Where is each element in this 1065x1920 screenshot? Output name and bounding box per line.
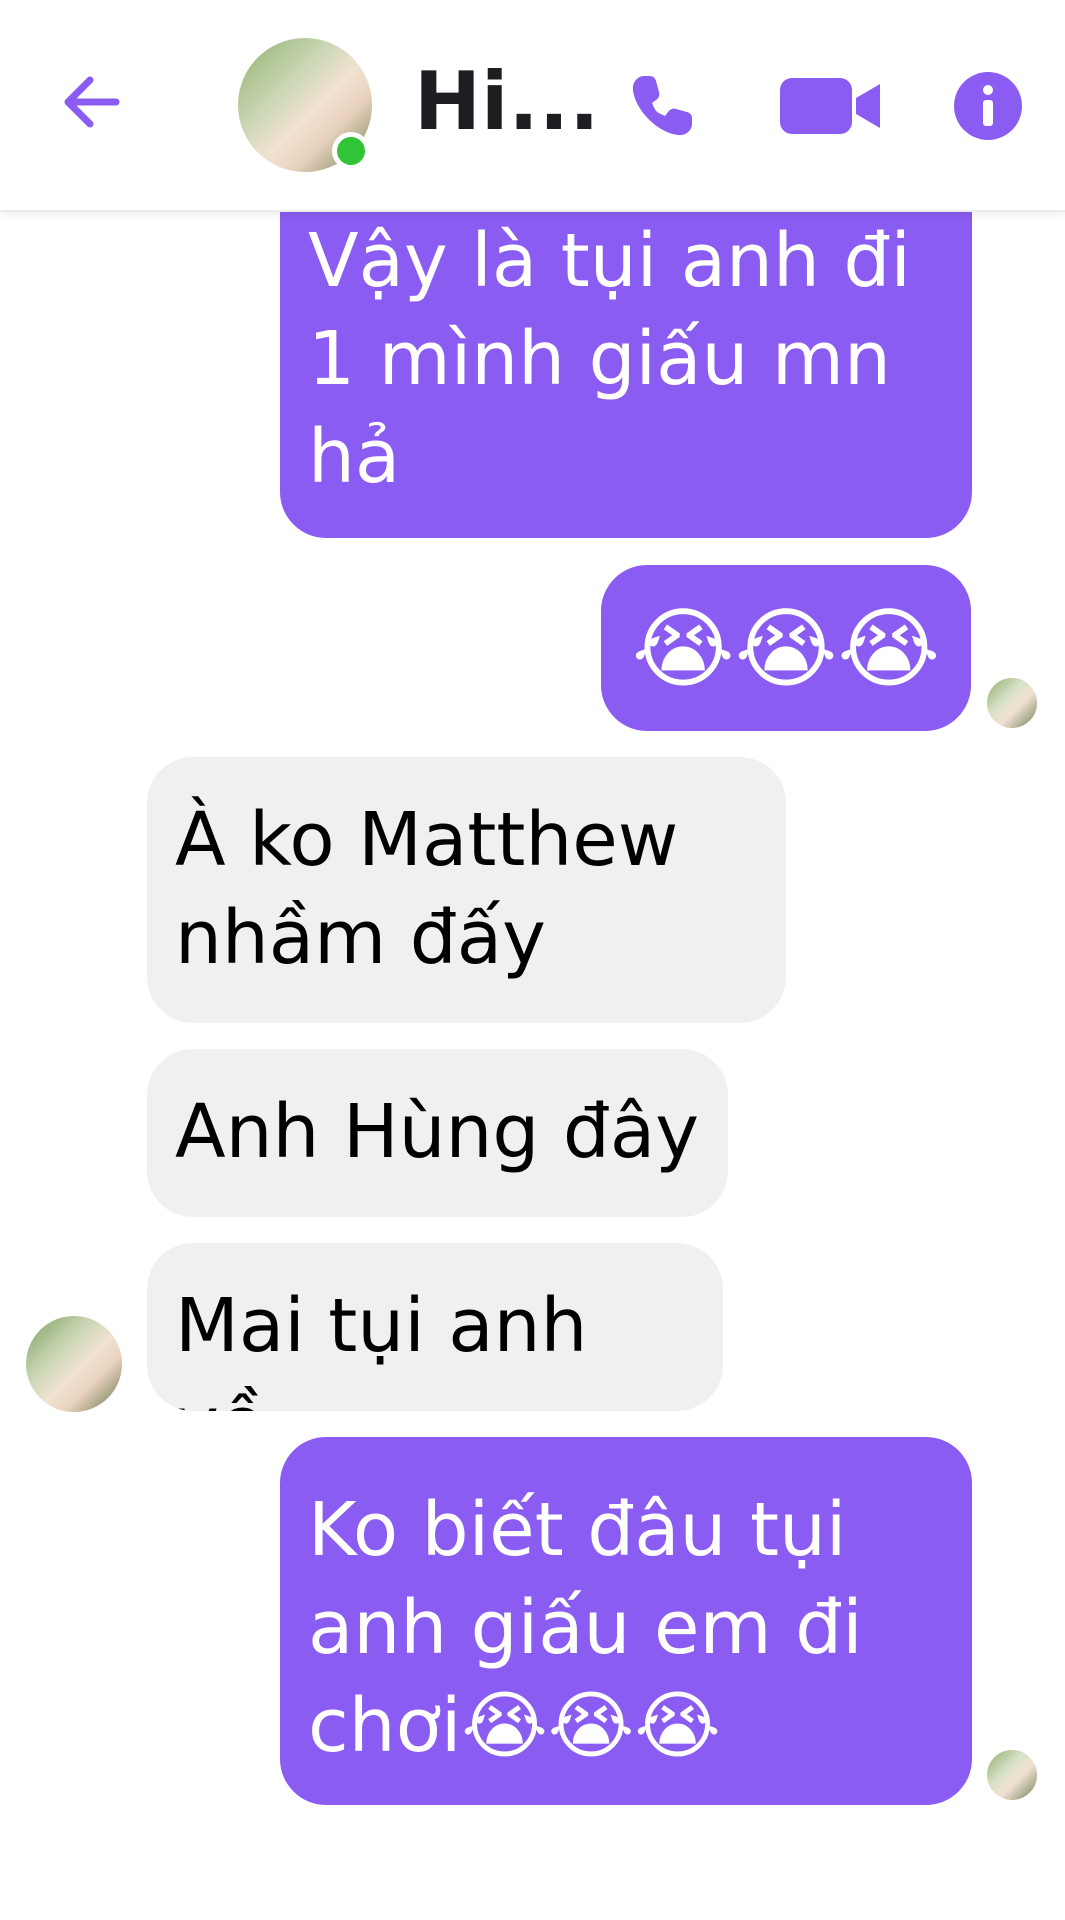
incoming-message[interactable]: Anh Hùng đây — [147, 1049, 728, 1217]
incoming-message[interactable]: À ko Matthew nhầm đấy — [147, 757, 786, 1023]
phone-icon[interactable] — [622, 66, 702, 146]
contact-name[interactable]: Hi... — [414, 52, 600, 152]
contact-avatar[interactable] — [238, 38, 372, 172]
video-camera-icon[interactable] — [776, 66, 886, 146]
outgoing-message[interactable]: Ko biết đâu tụi anh giấu em đi chơi😭😭😭 — [280, 1437, 972, 1805]
arrow-left-icon[interactable] — [56, 66, 128, 138]
seen-avatar — [985, 1748, 1039, 1802]
online-status-dot — [332, 132, 370, 170]
info-icon[interactable] — [948, 66, 1028, 146]
seen-avatar — [985, 676, 1039, 730]
chat-header: Hi... — [0, 0, 1065, 212]
sender-avatar[interactable] — [26, 1316, 122, 1412]
outgoing-message[interactable]: 😭😭😭 — [601, 565, 971, 731]
incoming-message[interactable]: Mai tụi anh về — [147, 1243, 723, 1411]
